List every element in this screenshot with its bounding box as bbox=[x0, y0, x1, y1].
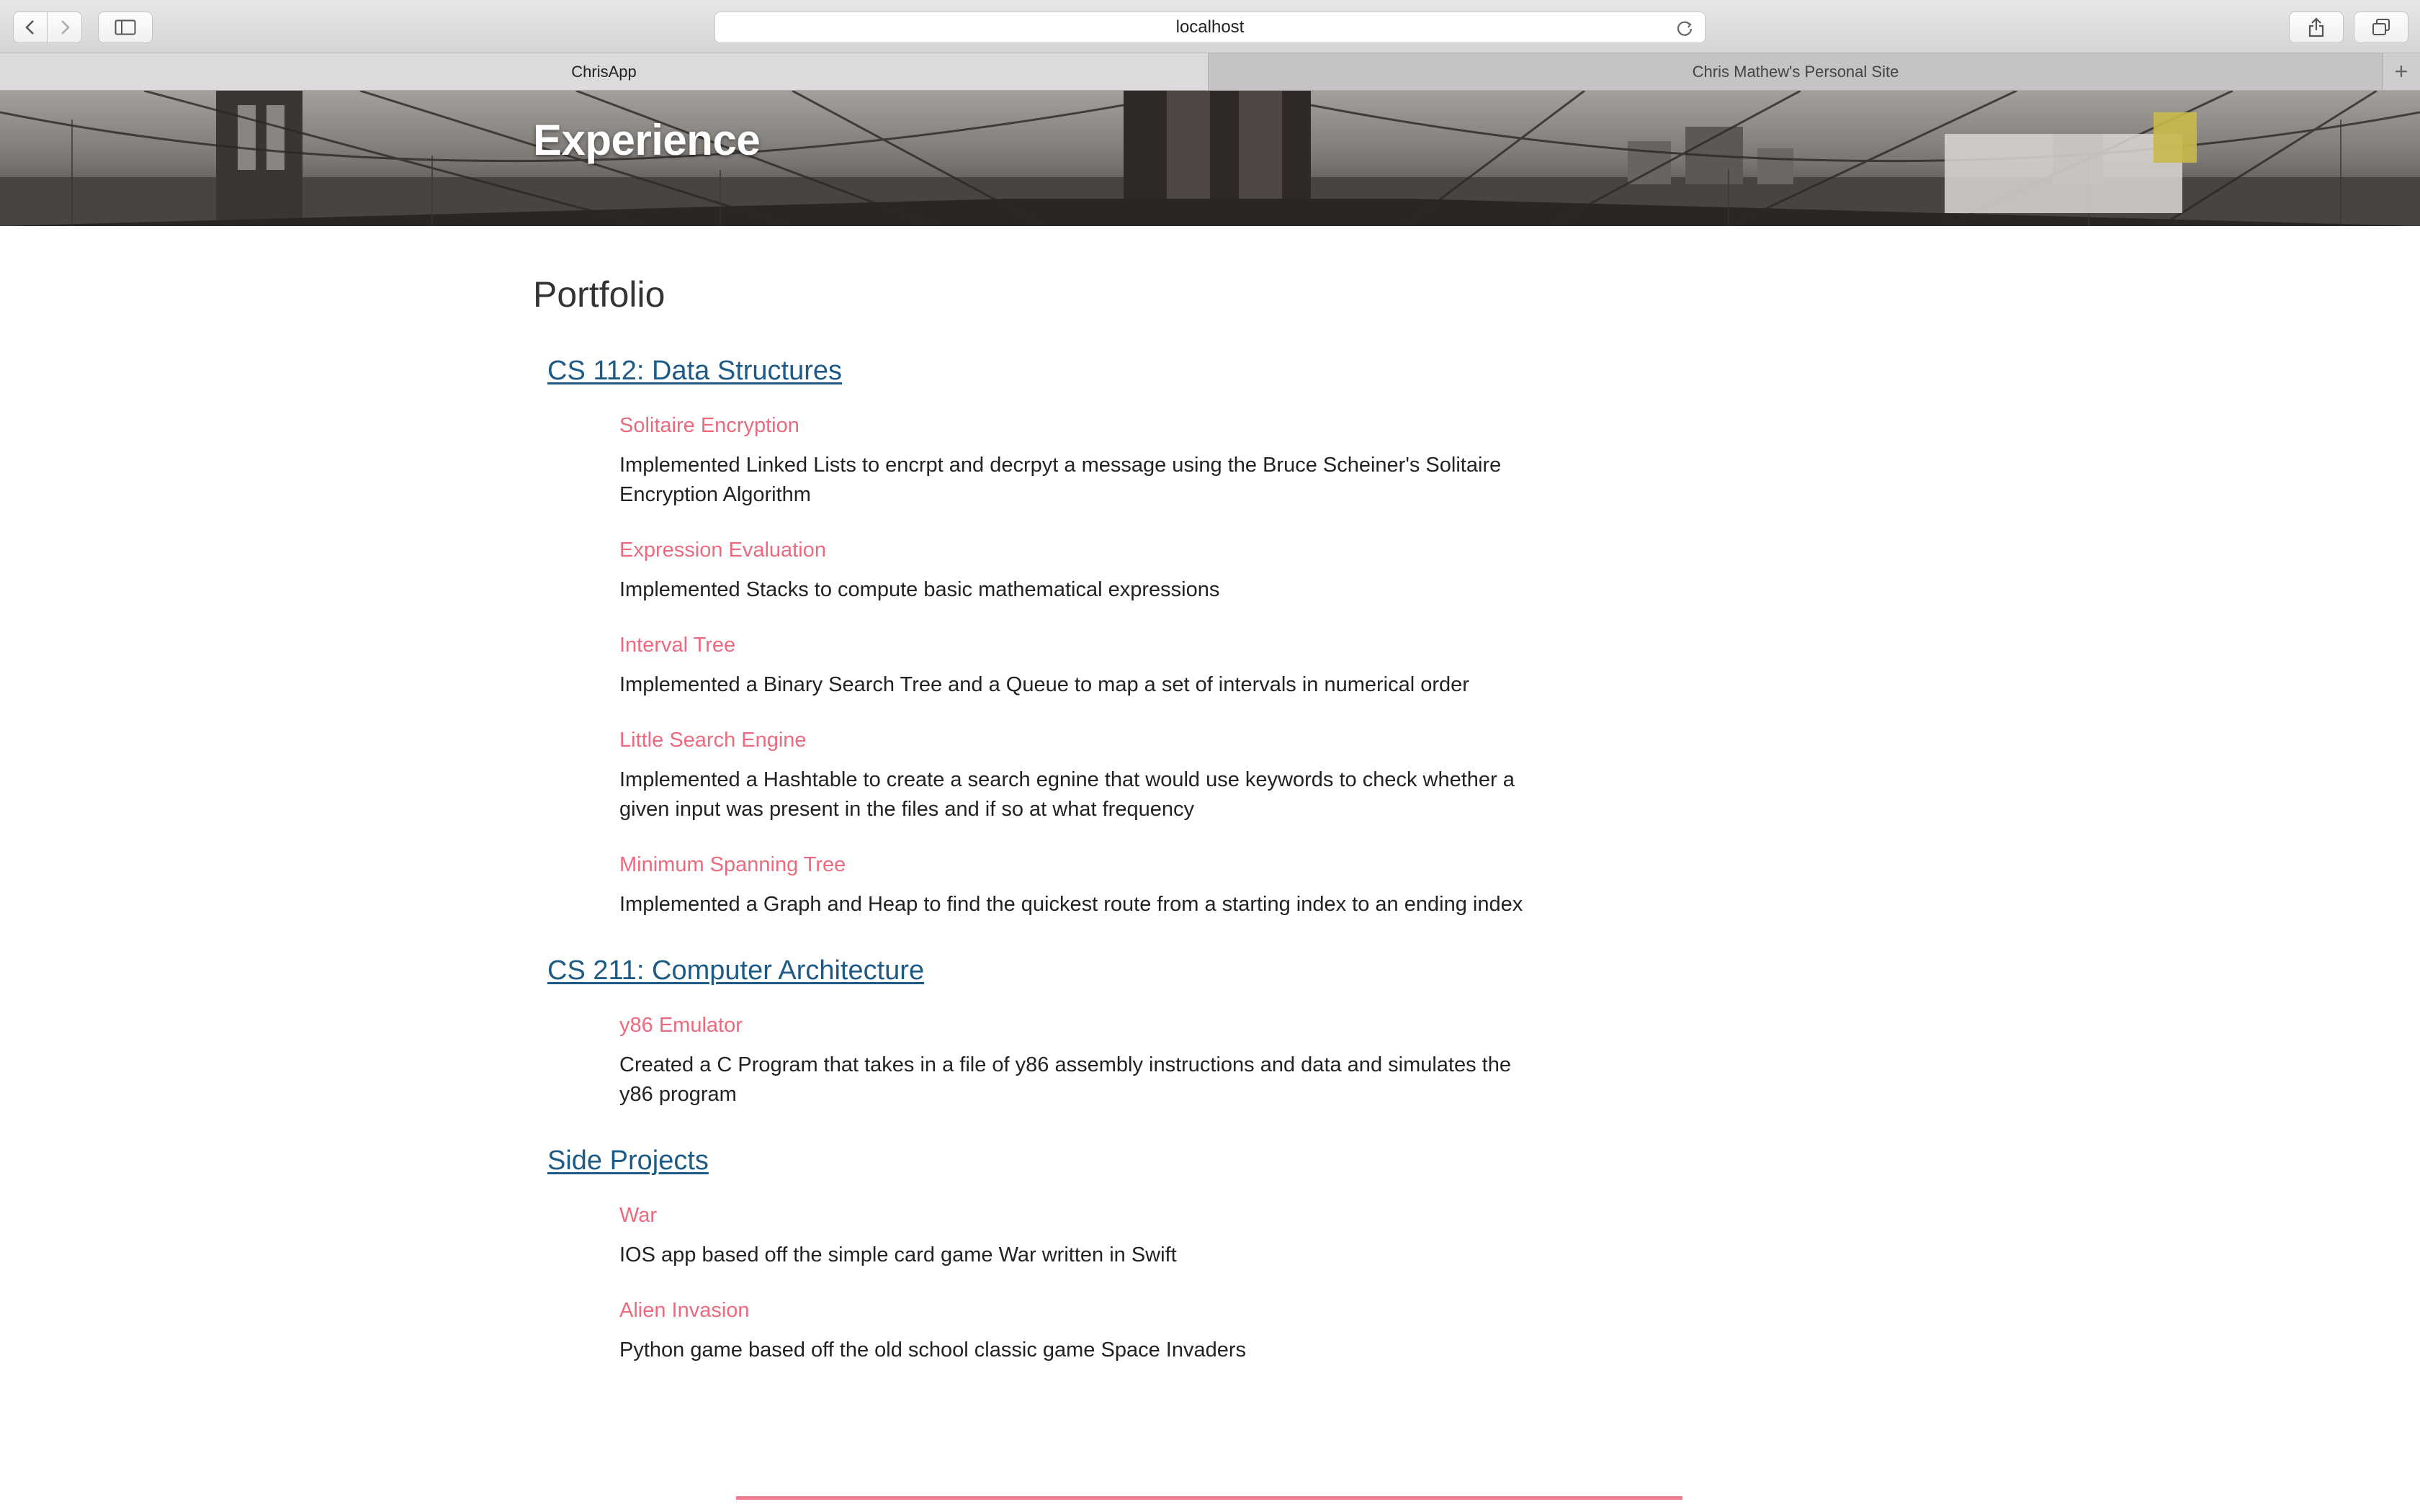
forward-icon bbox=[60, 20, 70, 35]
project-item: Minimum Spanning Tree Implemented a Grap… bbox=[619, 853, 1556, 919]
tab-label: ChrisApp bbox=[571, 62, 637, 81]
project-list: Solitaire Encryption Implemented Linked … bbox=[619, 414, 1556, 919]
portfolio-heading: Portfolio bbox=[533, 274, 666, 315]
tab-chrisapp[interactable]: ChrisApp bbox=[0, 53, 1209, 90]
address-text: localhost bbox=[1175, 17, 1245, 37]
forward-button[interactable] bbox=[48, 12, 82, 43]
plus-icon: + bbox=[2394, 58, 2408, 84]
new-tab-button[interactable]: + bbox=[2383, 53, 2420, 90]
project-title: y86 Emulator bbox=[619, 1014, 743, 1037]
project-title: War bbox=[619, 1204, 658, 1227]
project-title: Alien Invasion bbox=[619, 1299, 750, 1322]
project-description: IOS app based off the simple card game W… bbox=[619, 1243, 1177, 1266]
sidebar-icon bbox=[115, 19, 136, 35]
reload-icon[interactable] bbox=[1675, 18, 1695, 38]
project-description: Implemented a Binary Search Tree and a Q… bbox=[619, 673, 1469, 696]
course-cs211: CS 211: Computer Architecture y86 Emulat… bbox=[533, 955, 1556, 1110]
project-item: Interval Tree Implemented a Binary Searc… bbox=[619, 634, 1556, 700]
project-description: Implemented a Graph and Heap to find the… bbox=[619, 893, 1523, 916]
tab-label: Chris Mathew's Personal Site bbox=[1692, 62, 1899, 81]
hero-banner: Experience bbox=[0, 91, 2420, 226]
share-icon bbox=[2308, 17, 2324, 37]
back-icon bbox=[25, 20, 34, 35]
project-title: Little Search Engine bbox=[619, 729, 807, 752]
project-description: Implemented a Hashtable to create a sear… bbox=[619, 768, 1515, 821]
project-title: Interval Tree bbox=[619, 634, 736, 657]
back-button[interactable] bbox=[13, 12, 48, 43]
tabs-overview-icon bbox=[2372, 19, 2390, 35]
project-title: Solitaire Encryption bbox=[619, 414, 799, 437]
project-description: Created a C Program that takes in a file… bbox=[619, 1053, 1511, 1106]
project-description: Implemented Stacks to compute basic math… bbox=[619, 578, 1220, 601]
course-link-cs112[interactable]: CS 112: Data Structures bbox=[547, 356, 842, 387]
project-item: Solitaire Encryption Implemented Linked … bbox=[619, 414, 1556, 510]
sidebar-toggle-button[interactable] bbox=[98, 12, 153, 43]
project-item: War IOS app based off the simple card ga… bbox=[619, 1204, 1556, 1270]
course-side-projects: Side Projects War IOS app based off the … bbox=[533, 1146, 1556, 1365]
project-item: y86 Emulator Created a C Program that ta… bbox=[619, 1014, 1556, 1110]
bridge-banner-image bbox=[0, 91, 2420, 226]
course-link-side-projects[interactable]: Side Projects bbox=[547, 1146, 709, 1176]
project-item: Alien Invasion Python game based off the… bbox=[619, 1299, 1556, 1365]
footer-divider bbox=[736, 1496, 1682, 1500]
project-list: y86 Emulator Created a C Program that ta… bbox=[619, 1014, 1556, 1110]
share-button[interactable] bbox=[2289, 12, 2344, 43]
project-description: Implemented Linked Lists to encrpt and d… bbox=[619, 454, 1502, 506]
tab-personal-site[interactable]: Chris Mathew's Personal Site bbox=[1209, 53, 2383, 90]
project-item: Expression Evaluation Implemented Stacks… bbox=[619, 539, 1556, 605]
tab-strip: ChrisApp Chris Mathew's Personal Site + bbox=[0, 53, 2420, 91]
address-bar[interactable]: localhost bbox=[714, 12, 1706, 43]
course-cs112: CS 112: Data Structures Solitaire Encryp… bbox=[533, 356, 1556, 919]
project-list: War IOS app based off the simple card ga… bbox=[619, 1204, 1556, 1365]
project-description: Python game based off the old school cla… bbox=[619, 1338, 1246, 1362]
project-title: Expression Evaluation bbox=[619, 539, 826, 562]
hero-title: Experience bbox=[533, 116, 761, 164]
project-title: Minimum Spanning Tree bbox=[619, 853, 846, 876]
course-link-cs211[interactable]: CS 211: Computer Architecture bbox=[547, 955, 924, 986]
browser-toolbar: localhost bbox=[0, 0, 2420, 53]
main-content: Portfolio CS 112: Data Structures Solita… bbox=[533, 274, 1556, 1394]
tab-overview-button[interactable] bbox=[2354, 12, 2408, 43]
project-item: Little Search Engine Implemented a Hasht… bbox=[619, 729, 1556, 824]
